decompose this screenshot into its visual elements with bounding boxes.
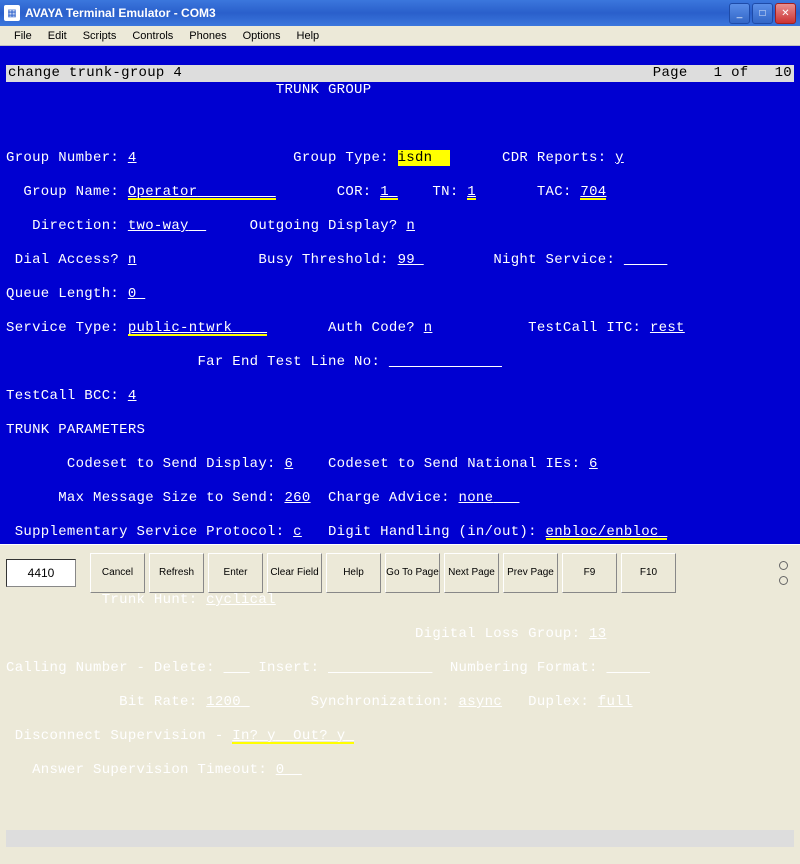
menu-help[interactable]: Help <box>289 28 328 44</box>
trunk-parameters-header: TRUNK PARAMETERS <box>6 422 794 439</box>
title-bar: ▦ AVAYA Terminal Emulator - COM3 _ □ ✕ <box>0 0 800 26</box>
night-service-field[interactable] <box>624 252 668 268</box>
app-icon: ▦ <box>4 5 20 21</box>
queue-length-field[interactable]: 0 <box>128 286 145 302</box>
busy-threshold-field[interactable]: 99 <box>398 252 424 268</box>
max-message-size-field[interactable]: 260 <box>284 490 310 506</box>
terminal-screen[interactable]: change trunk-group 4Page 1 of 10 TRUNK G… <box>0 46 800 544</box>
duplex-field[interactable]: full <box>598 694 633 710</box>
digital-loss-group-label: Digital Loss Group: <box>415 626 580 642</box>
answer-supervision-timeout-label: Answer Supervision Timeout: <box>32 762 267 778</box>
menu-options[interactable]: Options <box>235 28 289 44</box>
dial-access-field[interactable]: n <box>128 252 137 268</box>
maximize-button[interactable]: □ <box>752 3 773 24</box>
service-type-field[interactable]: public-ntwrk <box>128 320 267 336</box>
group-name-field[interactable]: Operator <box>128 184 276 200</box>
charge-advice-label: Charge Advice: <box>328 490 450 506</box>
cdr-reports-label: CDR Reports: <box>502 150 606 166</box>
direction-label: Direction: <box>32 218 119 234</box>
group-type-label: Group Type: <box>293 150 389 166</box>
menu-bar: File Edit Scripts Controls Phones Option… <box>0 26 800 46</box>
status-bar <box>6 830 794 847</box>
bit-rate-field[interactable]: 1200 <box>206 694 250 710</box>
auth-code-field[interactable]: n <box>424 320 433 336</box>
bit-rate-label: Bit Rate: <box>119 694 197 710</box>
cor-label: COR: <box>337 184 372 200</box>
calling-number-delete-field[interactable] <box>224 660 250 676</box>
window-title: AVAYA Terminal Emulator - COM3 <box>25 6 729 20</box>
testcall-bcc-label: TestCall BCC: <box>6 388 119 404</box>
close-button[interactable]: ✕ <box>775 3 796 24</box>
insert-label: Insert: <box>258 660 319 676</box>
codeset-national-field[interactable]: 6 <box>589 456 598 472</box>
menu-file[interactable]: File <box>6 28 40 44</box>
trunk-hunt-label: Trunk Hunt: <box>102 592 198 608</box>
cor-field[interactable]: 1 <box>380 184 397 200</box>
answer-supervision-timeout-field[interactable]: 0 <box>276 762 302 778</box>
disconnect-supervision-label: Disconnect Supervision - <box>15 728 224 744</box>
direction-field[interactable]: two-way <box>128 218 206 234</box>
service-type-label: Service Type: <box>6 320 119 336</box>
testcall-bcc-field[interactable]: 4 <box>128 388 137 404</box>
far-end-label: Far End Test Line No: <box>197 354 380 370</box>
synchronization-label: Synchronization: <box>311 694 450 710</box>
tn-label: TN: <box>432 184 458 200</box>
far-end-field[interactable] <box>389 354 502 370</box>
digital-loss-group-field[interactable]: 13 <box>589 626 606 642</box>
duplex-label: Duplex: <box>528 694 589 710</box>
insert-field[interactable] <box>328 660 432 676</box>
charge-advice-field[interactable]: none <box>459 490 520 506</box>
menu-controls[interactable]: Controls <box>124 28 181 44</box>
calling-number-delete-label: Calling Number - Delete: <box>6 660 215 676</box>
outgoing-display-field[interactable]: n <box>406 218 415 234</box>
codeset-display-label: Codeset to Send Display: <box>67 456 276 472</box>
trunk-hunt-field[interactable]: cyclical <box>206 592 276 608</box>
numbering-format-label: Numbering Format: <box>450 660 598 676</box>
group-number-label: Group Number: <box>6 150 119 166</box>
window-controls: _ □ ✕ <box>729 3 796 24</box>
minimize-button[interactable]: _ <box>729 3 750 24</box>
command-line: change trunk-group 4Page 1 of 10 <box>6 65 794 82</box>
digit-handling-label: Digit Handling (in/out): <box>328 524 537 540</box>
queue-length-label: Queue Length: <box>6 286 119 302</box>
group-name-label: Group Name: <box>23 184 119 200</box>
codeset-national-label: Codeset to Send National IEs: <box>328 456 580 472</box>
outgoing-display-label: Outgoing Display? <box>250 218 398 234</box>
codeset-display-field[interactable]: 6 <box>284 456 293 472</box>
testcall-itc-field[interactable]: rest <box>650 320 685 336</box>
tac-field[interactable]: 704 <box>580 184 606 200</box>
testcall-itc-label: TestCall ITC: <box>528 320 641 336</box>
screen-title: TRUNK GROUP <box>6 82 794 99</box>
menu-scripts[interactable]: Scripts <box>75 28 125 44</box>
night-service-label: Night Service: <box>493 252 615 268</box>
synchronization-field[interactable]: async <box>459 694 503 710</box>
supp-service-protocol-label: Supplementary Service Protocol: <box>15 524 285 540</box>
supp-service-protocol-field[interactable]: c <box>293 524 302 540</box>
menu-edit[interactable]: Edit <box>40 28 75 44</box>
menu-phones[interactable]: Phones <box>181 28 234 44</box>
numbering-format-field[interactable] <box>606 660 650 676</box>
group-type-field[interactable]: isdn <box>398 150 450 166</box>
disconnect-in-field[interactable]: In? y Out? y <box>232 728 354 744</box>
tac-label: TAC: <box>537 184 572 200</box>
auth-code-label: Auth Code? <box>328 320 415 336</box>
dial-access-label: Dial Access? <box>15 252 119 268</box>
busy-threshold-label: Busy Threshold: <box>258 252 389 268</box>
cdr-reports-field[interactable]: y <box>615 150 624 166</box>
max-message-size-label: Max Message Size to Send: <box>58 490 276 506</box>
tn-field[interactable]: 1 <box>467 184 476 200</box>
digit-handling-field[interactable]: enbloc/enbloc <box>546 524 668 540</box>
group-number-field[interactable]: 4 <box>128 150 137 166</box>
